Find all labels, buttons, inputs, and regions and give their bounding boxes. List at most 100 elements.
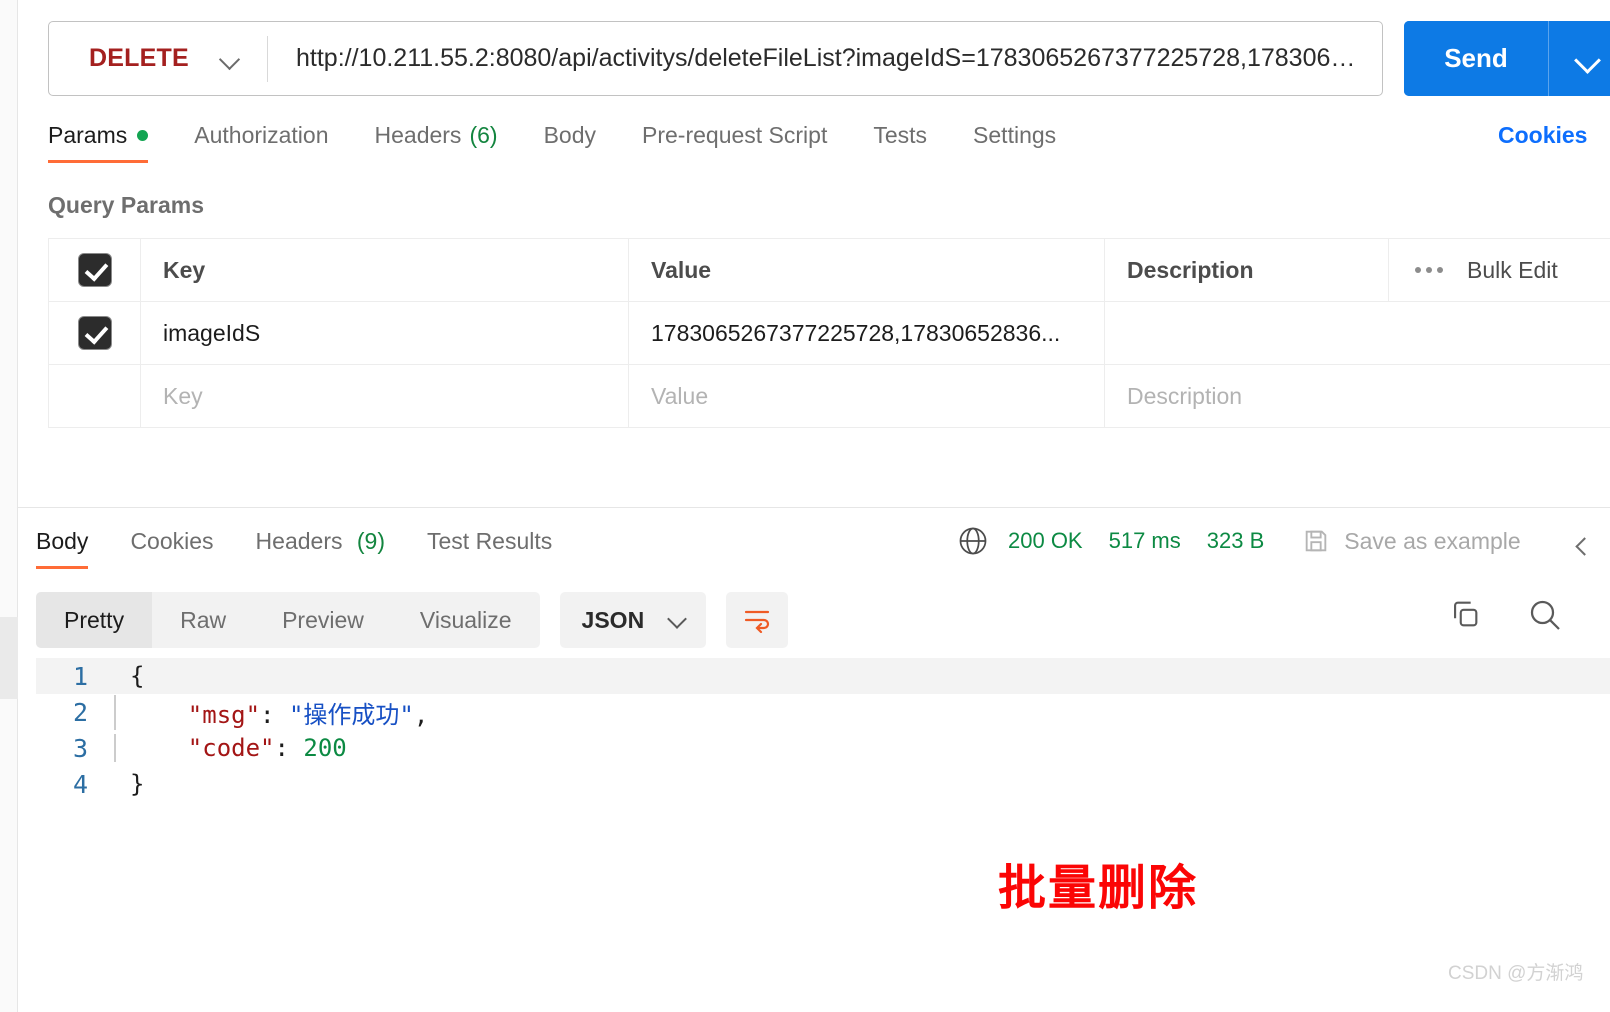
response-pane: Body Cookies Headers (9) Test Results 20… bbox=[18, 508, 1610, 1012]
save-as-example-button[interactable]: Save as example bbox=[1302, 527, 1521, 555]
code-content: } bbox=[130, 770, 145, 798]
response-tab-test-results-label: Test Results bbox=[427, 528, 553, 554]
select-all-checkbox[interactable] bbox=[77, 253, 112, 287]
table-row: imageIdS 1783065267377225728,17830652836… bbox=[49, 302, 1610, 365]
format-tab-raw[interactable]: Raw bbox=[152, 592, 254, 648]
code-content: { bbox=[130, 662, 145, 690]
response-tab-headers-count: (9) bbox=[356, 528, 385, 554]
collapsed-sidebar bbox=[0, 0, 18, 1012]
tab-body-label: Body bbox=[543, 122, 596, 148]
http-method-selector[interactable]: DELETE bbox=[49, 22, 267, 95]
bulk-edit-zone: Bulk Edit bbox=[1388, 238, 1610, 301]
response-tab-cookies[interactable]: Cookies bbox=[130, 524, 213, 569]
tab-tests-label: Tests bbox=[873, 122, 928, 148]
format-tab-preview[interactable]: Preview bbox=[254, 592, 392, 648]
tab-params[interactable]: Params bbox=[48, 118, 149, 163]
send-options-button[interactable] bbox=[1549, 21, 1610, 96]
response-action-icons bbox=[1448, 596, 1562, 632]
response-collapse-icon[interactable] bbox=[1578, 540, 1594, 556]
table-header-row: Key Value Description bbox=[49, 239, 1610, 302]
response-language-label: JSON bbox=[581, 606, 645, 633]
response-tab-cookies-label: Cookies bbox=[130, 528, 214, 554]
column-header-key: Key bbox=[141, 239, 629, 301]
format-tab-group: Pretty Raw Preview Visualize bbox=[36, 592, 540, 648]
query-params-title: Query Params bbox=[48, 192, 204, 218]
http-method-label: DELETE bbox=[89, 44, 189, 72]
response-status-bar: 200 OK 517 ms 323 B Save as example bbox=[958, 526, 1521, 556]
send-button[interactable]: Send bbox=[1404, 21, 1548, 96]
chevron-down-icon bbox=[219, 48, 241, 70]
row-description[interactable] bbox=[1105, 302, 1610, 364]
tab-authorization-label: Authorization bbox=[194, 122, 329, 148]
row-select-cell bbox=[49, 302, 141, 364]
line-number: 1 bbox=[72, 661, 88, 691]
response-tab-body[interactable]: Body bbox=[36, 524, 89, 569]
code-content: "code": 200 bbox=[114, 734, 1610, 762]
row-checkbox[interactable] bbox=[77, 316, 112, 350]
url-bar: DELETE bbox=[48, 21, 1383, 96]
code-content: "msg": "操作成功", bbox=[114, 694, 1610, 730]
tab-tests[interactable]: Tests bbox=[873, 118, 927, 163]
placeholder-key[interactable]: Key bbox=[141, 365, 629, 427]
placeholder-value[interactable]: Value bbox=[629, 365, 1105, 427]
format-tab-pretty[interactable]: Pretty bbox=[36, 592, 153, 648]
line-number: 3 bbox=[72, 733, 88, 763]
tab-headers-count: (6) bbox=[469, 122, 498, 148]
row-key[interactable]: imageIdS bbox=[141, 302, 629, 364]
column-header-value: Value bbox=[629, 239, 1105, 301]
table-placeholder-row: Key Value Description bbox=[49, 365, 1610, 428]
url-input[interactable] bbox=[268, 22, 1382, 95]
line-number: 4 bbox=[72, 769, 88, 799]
globe-icon bbox=[959, 527, 987, 555]
watermark: CSDN @方渐鸿 bbox=[1448, 963, 1584, 984]
status-time: 517 ms bbox=[1108, 528, 1181, 553]
response-tab-test-results[interactable]: Test Results bbox=[427, 524, 552, 569]
response-tab-headers-label: Headers bbox=[255, 528, 343, 554]
response-tabs: Body Cookies Headers (9) Test Results bbox=[36, 524, 594, 569]
cookies-link[interactable]: Cookies bbox=[1498, 122, 1587, 149]
placeholder-select-cell bbox=[49, 365, 141, 427]
response-tab-headers[interactable]: Headers (9) bbox=[256, 524, 385, 569]
wrap-text-icon bbox=[744, 610, 769, 633]
json-value-code: 200 bbox=[303, 734, 347, 762]
tab-headers-label: Headers bbox=[374, 122, 462, 148]
wrap-lines-button[interactable] bbox=[725, 592, 788, 648]
code-line: 3 "code": 200 bbox=[36, 730, 1610, 766]
send-button-group: Send bbox=[1404, 21, 1610, 96]
select-all-cell bbox=[49, 239, 141, 301]
tab-params-label: Params bbox=[48, 122, 128, 148]
line-number: 2 bbox=[72, 697, 88, 727]
response-format-bar: Pretty Raw Preview Visualize JSON bbox=[36, 592, 788, 648]
tab-headers[interactable]: Headers (6) bbox=[375, 118, 498, 163]
response-body-viewer[interactable]: 1 { 2 "msg": "操作成功", 3 "code": 200 4 } bbox=[36, 658, 1610, 858]
tab-body[interactable]: Body bbox=[544, 118, 596, 163]
response-tab-body-label: Body bbox=[36, 528, 89, 554]
postman-window: DELETE Send Params Authorization Headers… bbox=[0, 0, 1610, 1012]
code-line: 2 "msg": "操作成功", bbox=[36, 694, 1610, 730]
search-icon[interactable] bbox=[1526, 596, 1562, 632]
tab-authorization[interactable]: Authorization bbox=[194, 118, 328, 163]
response-language-selector[interactable]: JSON bbox=[559, 592, 706, 648]
sidebar-resize-handle[interactable] bbox=[0, 617, 18, 699]
save-icon bbox=[1305, 530, 1327, 552]
tab-pre-request-script-label: Pre-request Script bbox=[642, 122, 828, 148]
chevron-down-icon bbox=[666, 609, 687, 629]
format-tab-visualize[interactable]: Visualize bbox=[392, 592, 540, 648]
bulk-edit-button[interactable]: Bulk Edit bbox=[1467, 257, 1558, 284]
tab-pre-request-script[interactable]: Pre-request Script bbox=[642, 118, 827, 163]
tab-settings[interactable]: Settings bbox=[973, 118, 1056, 163]
status-code: 200 OK bbox=[1008, 528, 1083, 553]
tab-settings-label: Settings bbox=[973, 122, 1057, 148]
request-pane: DELETE Send Params Authorization Headers… bbox=[18, 0, 1610, 516]
more-options-icon[interactable] bbox=[1415, 267, 1443, 273]
code-line: 1 { bbox=[36, 658, 1610, 694]
copy-icon[interactable] bbox=[1448, 597, 1482, 631]
code-line: 4 } bbox=[36, 766, 1610, 802]
annotation-text: 批量删除 bbox=[998, 860, 1199, 916]
json-value-msg: "操作成功" bbox=[288, 700, 414, 729]
row-value[interactable]: 1783065267377225728,17830652836... bbox=[629, 302, 1105, 364]
placeholder-description[interactable]: Description bbox=[1105, 365, 1610, 427]
status-size: 323 B bbox=[1206, 528, 1265, 553]
params-modified-dot-icon bbox=[137, 130, 149, 141]
request-tabs: Params Authorization Headers (6) Body Pr… bbox=[48, 118, 1102, 170]
